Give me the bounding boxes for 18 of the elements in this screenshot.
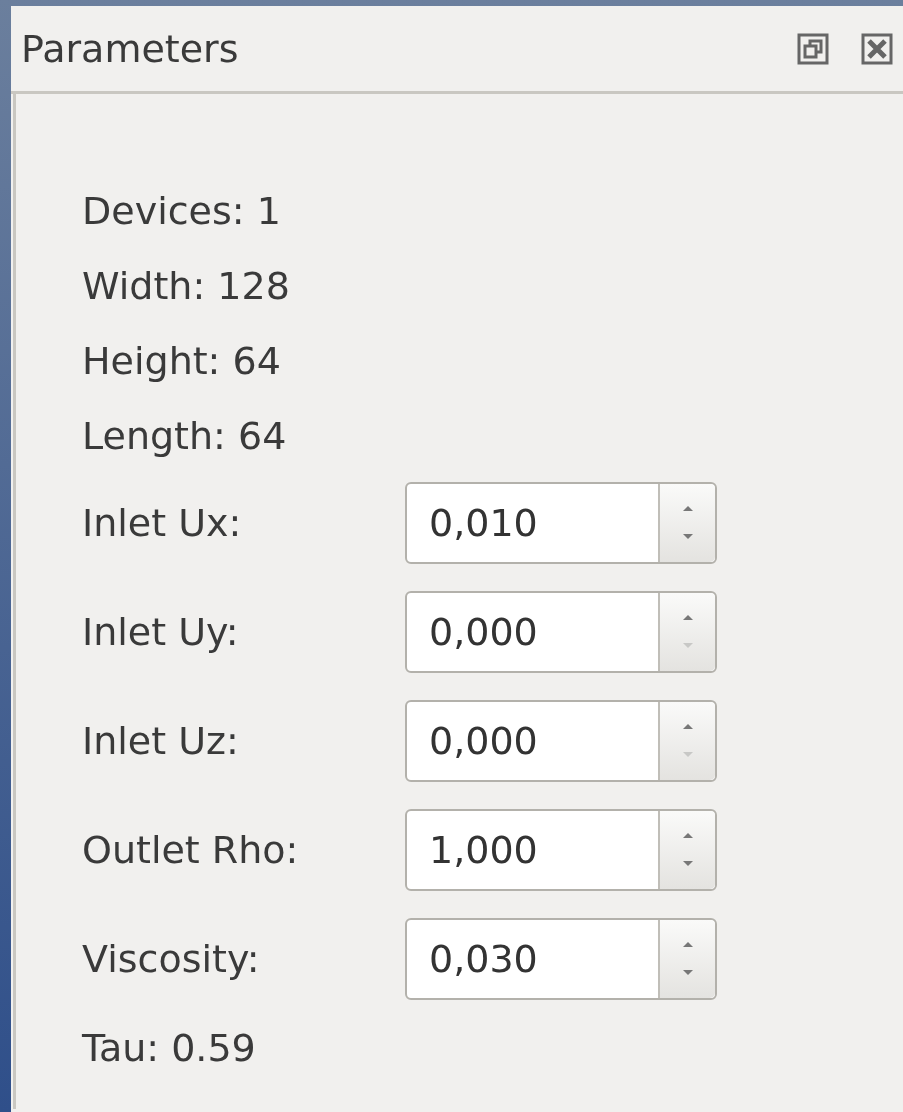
- info-text: Length: 64: [82, 413, 288, 460]
- field-label: Inlet Uy:: [82, 609, 240, 654]
- spin-box[interactable]: 0,000: [405, 699, 717, 782]
- spin-box[interactable]: 0,000: [405, 590, 717, 673]
- info-text: Height: 64: [82, 338, 282, 385]
- spin-box[interactable]: 1,000: [405, 808, 717, 891]
- close-icon[interactable]: [861, 32, 893, 65]
- spin-box[interactable]: 0,030: [405, 917, 717, 1000]
- field-label: Viscosity:: [82, 936, 261, 981]
- float-icon[interactable]: [797, 32, 829, 65]
- field-label: Inlet Ux:: [82, 500, 243, 545]
- field-label: Outlet Rho:: [82, 827, 300, 872]
- info-text: Devices: 1: [82, 188, 282, 235]
- info-text: Width: 128: [82, 263, 291, 310]
- spin-box[interactable]: 0,010: [405, 481, 717, 564]
- field-label: Inlet Uz:: [82, 718, 240, 763]
- panel-title: Parameters: [21, 26, 239, 71]
- info-text: Tau: 0.59: [82, 1025, 257, 1072]
